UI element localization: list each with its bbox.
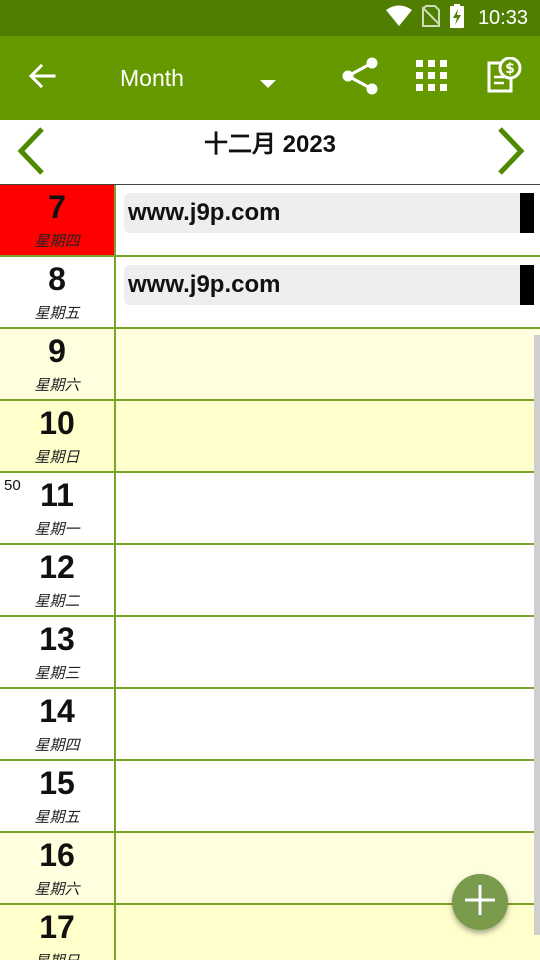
- day-number: 15: [39, 765, 75, 801]
- month-header: 十二月 2023: [0, 120, 540, 185]
- day-cell[interactable]: 9 星期六: [0, 329, 116, 399]
- day-cell[interactable]: 17 星期日: [0, 905, 116, 960]
- day-events[interactable]: [116, 545, 540, 615]
- day-events[interactable]: [116, 617, 540, 687]
- day-events[interactable]: [116, 473, 540, 543]
- event-color-bar: [520, 265, 534, 305]
- day-list[interactable]: 7 星期四 www.j9p.com 8 星期五 www.j9p.com 9 星期六 10 星期日 5…: [0, 185, 540, 960]
- apps-grid-button[interactable]: [408, 36, 456, 120]
- day-number: 16: [39, 837, 75, 873]
- add-event-button[interactable]: [452, 874, 508, 930]
- billing-button[interactable]: $: [478, 36, 530, 120]
- receipt-dollar-icon: $: [486, 56, 522, 99]
- weekday-label: 星期二: [34, 592, 80, 610]
- day-number: 11: [40, 477, 74, 513]
- day-row[interactable]: 7 星期四 www.j9p.com: [0, 185, 540, 257]
- day-events[interactable]: [116, 761, 540, 831]
- month-title: 十二月 2023: [203, 131, 337, 158]
- day-cell[interactable]: 16 星期六: [0, 833, 116, 903]
- chevron-right-icon: [496, 126, 526, 180]
- day-number: 8: [48, 261, 66, 297]
- status-icons: 10:33: [385, 0, 528, 36]
- day-cell[interactable]: 8 星期五: [0, 257, 116, 327]
- scrollbar[interactable]: [534, 335, 540, 935]
- event-title: www.j9p.com: [128, 271, 281, 298]
- day-number: 13: [39, 621, 75, 657]
- next-month-button[interactable]: [486, 124, 536, 182]
- battery-charging-icon: [449, 4, 464, 32]
- wifi-icon: [385, 5, 412, 31]
- day-cell[interactable]: 13 星期三: [0, 617, 116, 687]
- weekday-label: 星期五: [34, 304, 80, 322]
- day-number: 7: [48, 189, 66, 225]
- weekday-label: 星期四: [34, 232, 80, 250]
- day-events[interactable]: [116, 689, 540, 759]
- day-cell[interactable]: 14 星期四: [0, 689, 116, 759]
- day-row[interactable]: 13 星期三: [0, 617, 540, 689]
- day-cell[interactable]: 50 11 星期一: [0, 473, 116, 543]
- weekday-label: 星期五: [34, 808, 80, 826]
- day-row[interactable]: 10 星期日: [0, 401, 540, 473]
- event-color-bar: [520, 193, 534, 233]
- weekday-label: 星期一: [34, 520, 80, 538]
- view-label: Month: [120, 64, 184, 91]
- arrow-back-icon: [28, 62, 56, 94]
- day-cell[interactable]: 10 星期日: [0, 401, 116, 471]
- day-cell[interactable]: 7 星期四: [0, 185, 116, 255]
- day-events[interactable]: www.j9p.com: [116, 185, 540, 255]
- day-row[interactable]: 8 星期五 www.j9p.com: [0, 257, 540, 329]
- event-chip[interactable]: www.j9p.com: [124, 193, 534, 233]
- day-cell[interactable]: 12 星期二: [0, 545, 116, 615]
- share-icon: [340, 56, 380, 100]
- weekday-label: 星期日: [0, 950, 114, 960]
- svg-text:$: $: [505, 61, 515, 77]
- day-row[interactable]: 50 11 星期一: [0, 473, 540, 545]
- day-events[interactable]: [116, 401, 540, 471]
- status-bar: 10:33: [0, 0, 540, 36]
- day-number: 10: [39, 405, 75, 441]
- weekday-label: 星期六: [34, 376, 80, 394]
- plus-icon: [463, 883, 497, 921]
- event-title: www.j9p.com: [128, 199, 281, 226]
- day-cell[interactable]: 15 星期五: [0, 761, 116, 831]
- grid-apps-icon: [416, 60, 448, 96]
- share-button[interactable]: [336, 36, 384, 120]
- event-chip[interactable]: www.j9p.com: [124, 265, 534, 305]
- app-bar: Month $: [0, 36, 540, 120]
- no-sim-icon: [421, 5, 441, 31]
- back-button[interactable]: [18, 36, 66, 120]
- day-row[interactable]: 9 星期六: [0, 329, 540, 401]
- status-time: 10:33: [477, 6, 528, 29]
- weekday-label: 星期日: [34, 448, 80, 466]
- day-number: 14: [39, 693, 75, 729]
- day-number: 17: [39, 909, 75, 945]
- day-events[interactable]: [116, 329, 540, 399]
- day-row[interactable]: 12 星期二: [0, 545, 540, 617]
- weekday-label: 星期三: [34, 664, 80, 682]
- view-selector[interactable]: Month: [120, 36, 280, 120]
- weekday-label: 星期四: [34, 736, 80, 754]
- day-number: 9: [48, 333, 66, 369]
- day-number: 12: [39, 549, 75, 585]
- day-row[interactable]: 14 星期四: [0, 689, 540, 761]
- dropdown-arrow-icon: [260, 74, 276, 93]
- day-events[interactable]: www.j9p.com: [116, 257, 540, 327]
- weekday-label: 星期六: [34, 880, 80, 898]
- day-row[interactable]: 15 星期五: [0, 761, 540, 833]
